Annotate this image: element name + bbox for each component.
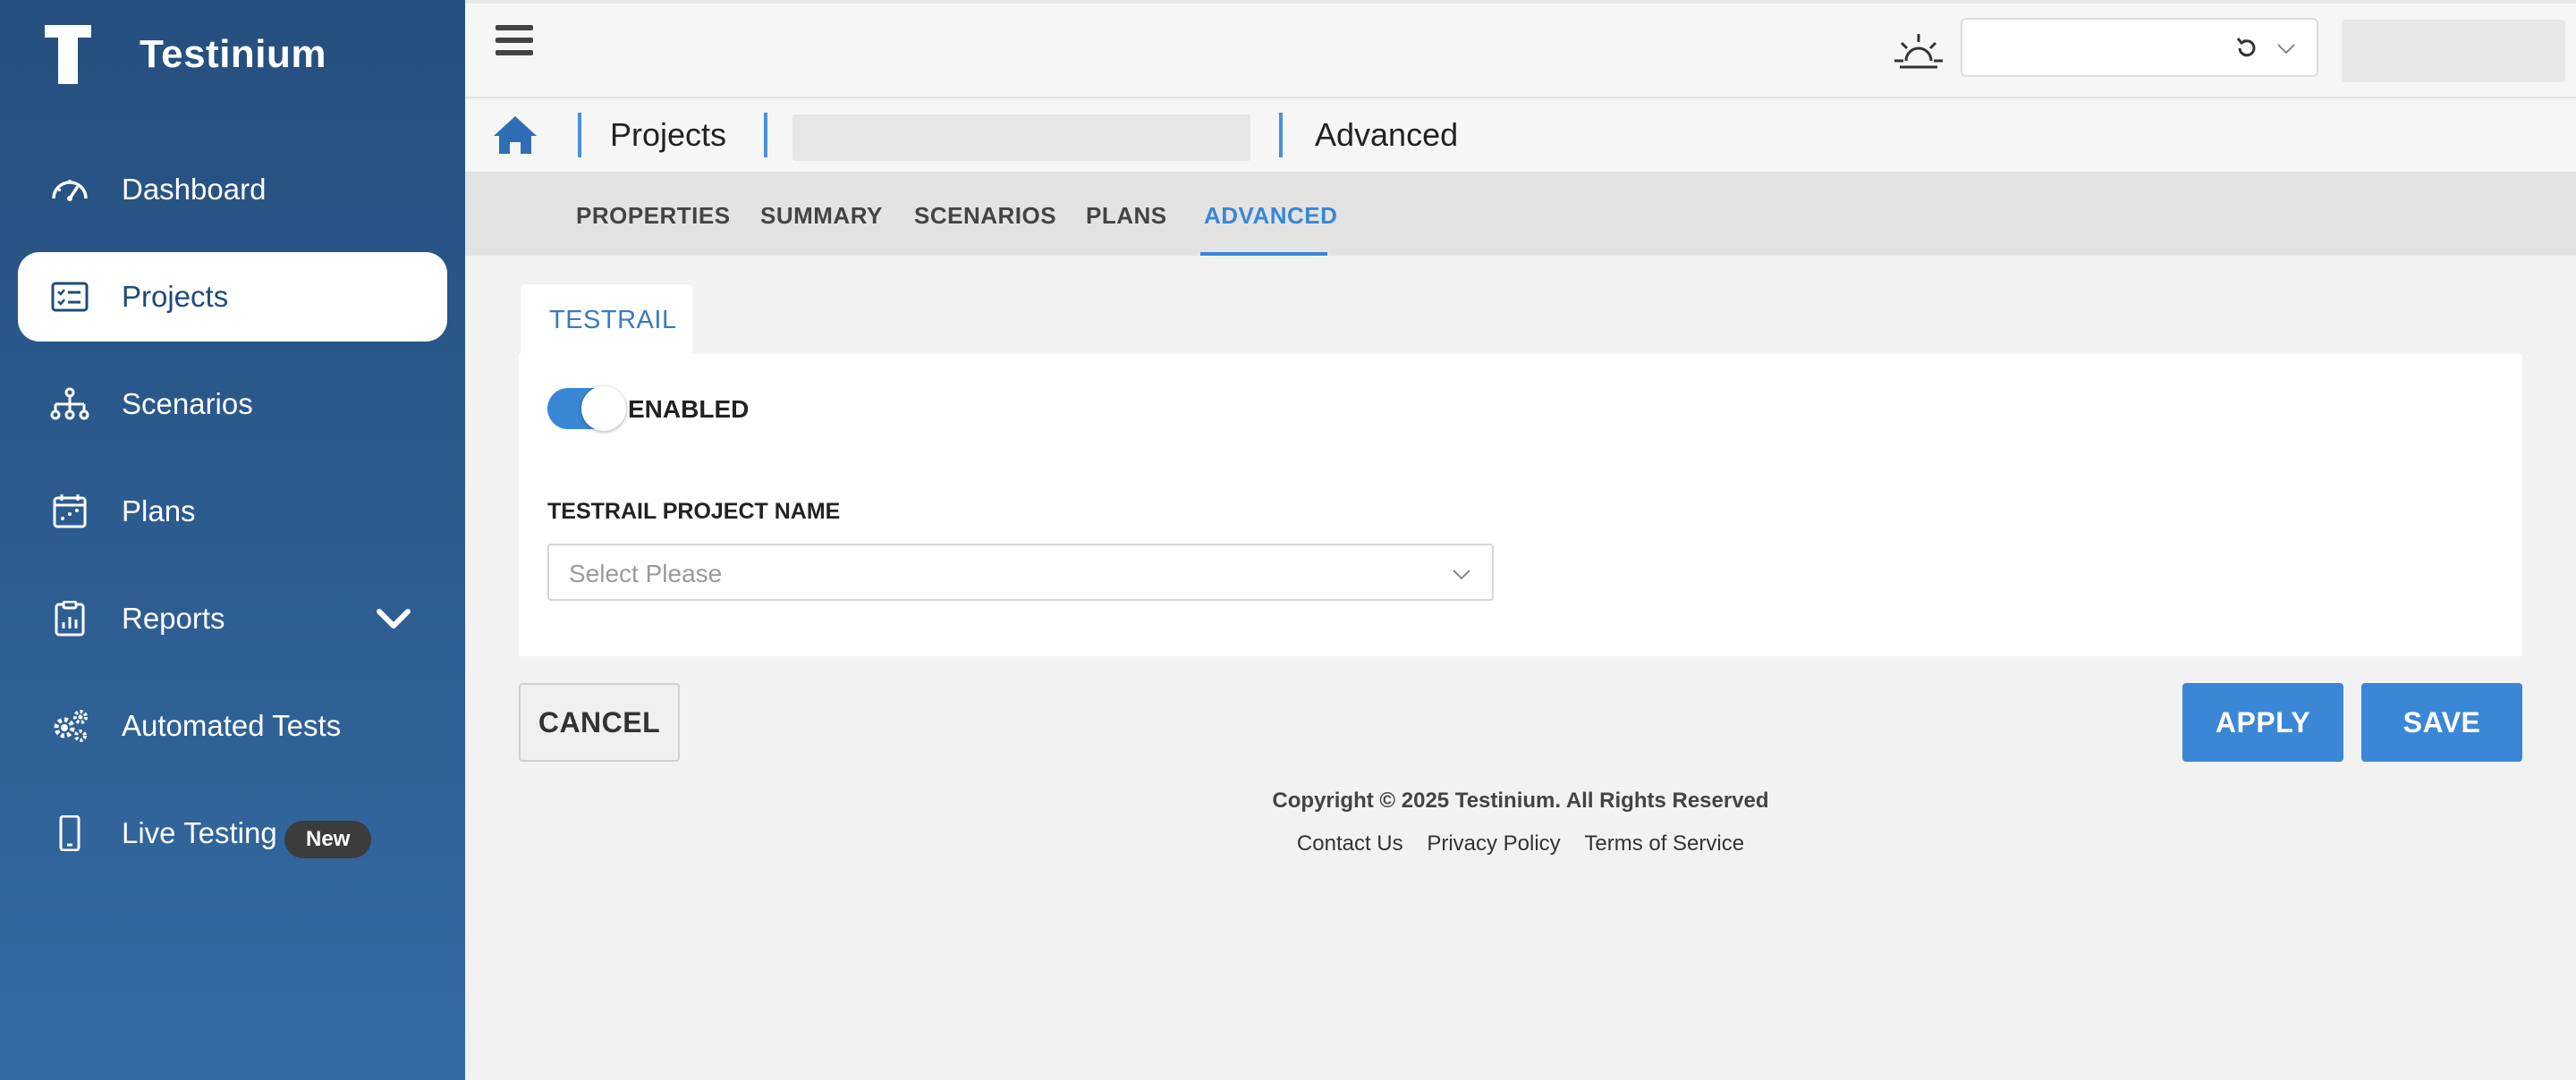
subtab-label: TESTRAIL (549, 306, 677, 334)
testinium-logo (45, 25, 91, 84)
user-menu[interactable] (2342, 20, 2565, 82)
enabled-label: ENABLED (628, 395, 750, 423)
terms-of-service-link[interactable]: Terms of Service (1584, 831, 1744, 856)
sidebar-item-label: Live Testing (122, 816, 277, 849)
environment-select[interactable] (1961, 18, 2318, 77)
tab-properties[interactable]: PROPERTIES (576, 202, 731, 230)
footer-links: Contact Us Privacy Policy Terms of Servi… (519, 831, 2522, 856)
enabled-toggle[interactable] (547, 386, 626, 431)
breadcrumb-projects[interactable]: Projects (610, 116, 726, 154)
cancel-button[interactable]: CANCEL (519, 683, 680, 762)
sidebar-item-plans[interactable]: Plans (18, 467, 447, 556)
hamburger-icon[interactable] (496, 25, 533, 61)
home-icon[interactable] (492, 114, 538, 156)
subtab-testrail[interactable]: TESTRAIL (521, 284, 692, 356)
tab-scenarios[interactable]: SCENARIOS (914, 202, 1056, 230)
sidebar-item-dashboard[interactable]: Dashboard (18, 145, 447, 234)
privacy-policy-link[interactable]: Privacy Policy (1427, 831, 1560, 856)
active-tab-indicator (1200, 252, 1327, 256)
sidebar: Testinium Dashboard Projects Scenarios P… (0, 0, 465, 1080)
sunrise-icon[interactable] (1893, 30, 1945, 70)
copyright: Copyright © 2025 Testinium. All Rights R… (1272, 789, 1769, 813)
testrail-project-name-label: TESTRAIL PROJECT NAME (547, 499, 841, 524)
sidebar-item-label: Dashboard (122, 173, 267, 206)
chevron-down-icon (2277, 44, 2295, 55)
sidebar-item-reports[interactable]: Reports (18, 574, 447, 663)
clipboard-chart-icon (55, 601, 85, 637)
breadcrumb-current: Advanced (1315, 116, 1459, 153)
tab-plans[interactable]: PLANS (1086, 202, 1167, 230)
brand-name: Testinium (140, 32, 327, 76)
checklist-icon (51, 282, 89, 312)
breadcrumb-separator (764, 113, 767, 157)
breadcrumb: Projects Advanced (465, 100, 2576, 172)
top-header (465, 0, 2576, 98)
chevron-down-icon[interactable] (376, 603, 411, 634)
testrail-panel: ENABLED TESTRAIL PROJECT NAME Select Ple… (519, 354, 2522, 656)
breadcrumb-separator (1279, 113, 1283, 157)
toggle-knob (581, 386, 626, 431)
mobile-icon (59, 815, 80, 851)
hierarchy-icon (50, 387, 89, 420)
brand[interactable]: Testinium (45, 25, 326, 84)
gears-icon (54, 710, 88, 742)
testrail-project-select[interactable]: Select Please (547, 544, 1494, 601)
gauge-icon (52, 180, 88, 201)
new-badge: New (284, 821, 372, 858)
sidebar-item-scenarios[interactable]: Scenarios (18, 359, 447, 449)
sidebar-item-label: Automated Tests (122, 709, 342, 742)
reload-icon[interactable] (2234, 36, 2259, 61)
apply-button[interactable]: APPLY (2182, 683, 2343, 762)
save-button[interactable]: SAVE (2361, 683, 2522, 762)
sidebar-item-projects[interactable]: Projects (18, 252, 447, 342)
select-placeholder: Select Please (569, 560, 723, 587)
calendar-icon (53, 494, 87, 528)
chevron-down-icon (1453, 570, 1470, 580)
contact-us-link[interactable]: Contact Us (1297, 831, 1403, 856)
breadcrumb-project-placeholder[interactable] (792, 114, 1250, 161)
project-tabs: PROPERTIES SUMMARY SCENARIOS PLANS ADVAN… (465, 172, 2576, 256)
sidebar-item-label: Plans (122, 494, 196, 527)
sidebar-item-automated-tests[interactable]: Automated Tests (18, 681, 447, 771)
sidebar-item-label: Scenarios (122, 387, 253, 420)
sidebar-item-live-testing[interactable]: Live Testing New (18, 789, 447, 878)
tab-advanced[interactable]: ADVANCED (1204, 202, 1337, 230)
sidebar-item-label: Reports (122, 602, 225, 635)
sidebar-item-label: Projects (122, 280, 229, 313)
tab-summary[interactable]: SUMMARY (760, 202, 883, 230)
breadcrumb-separator (578, 113, 581, 157)
